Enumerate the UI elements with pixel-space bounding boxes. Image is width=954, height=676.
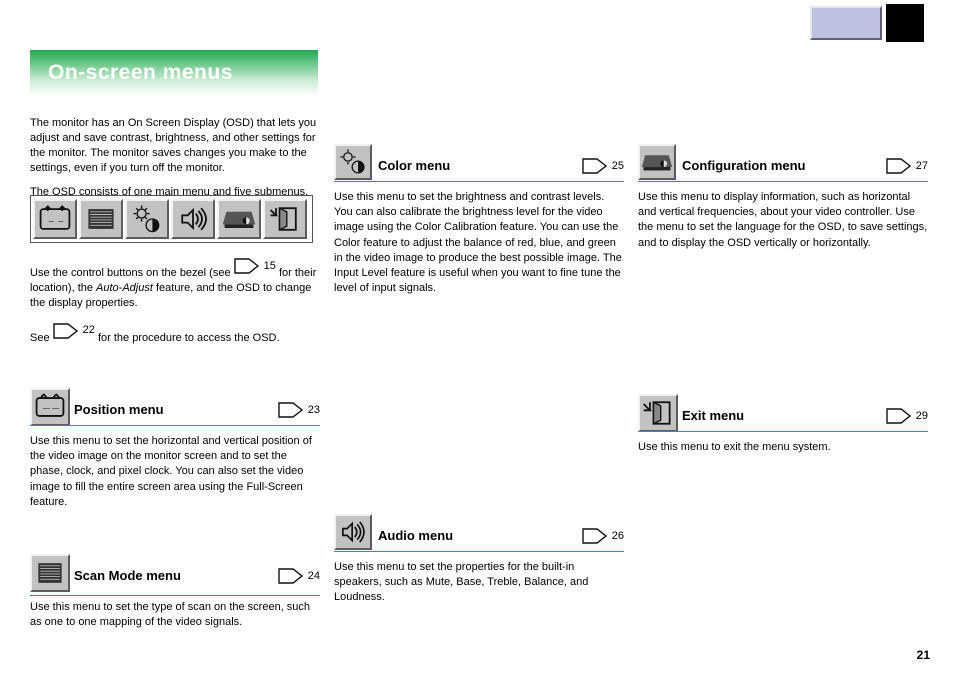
page-title: On-screen menus (30, 50, 318, 96)
underline (30, 595, 320, 596)
underline (334, 551, 624, 552)
header-blank-button (810, 6, 882, 40)
ref-text: 26 (612, 530, 624, 542)
after-ref22: 22 (83, 323, 95, 338)
menu-label: Audio menu (378, 528, 453, 543)
exit-icon (638, 394, 678, 432)
speaker-icon (171, 199, 215, 239)
menu-desc: Use this menu to set the brightness and … (334, 190, 624, 296)
color-brightness-icon (125, 199, 169, 239)
ref-text: 29 (916, 410, 928, 422)
page-ref-23: 23 (278, 400, 320, 425)
exit-icon (263, 199, 307, 239)
arrow-icon (278, 400, 304, 420)
after-p1: Use the control buttons on the bezel (se… (30, 256, 320, 311)
arrow-icon (886, 156, 912, 176)
page-number: 21 (917, 648, 930, 662)
underline (638, 431, 928, 432)
config-icon (638, 144, 676, 180)
config-icon (217, 199, 261, 239)
menu-desc: Use this menu to display information, su… (638, 190, 928, 251)
color-brightness-icon (334, 144, 372, 180)
arrow-icon (53, 321, 79, 341)
arrow-icon (582, 156, 608, 176)
page-ref-27: 27 (886, 156, 928, 181)
position-icon: — — (30, 388, 70, 426)
page-title-text: On-screen menus (48, 61, 233, 85)
svg-text:— —: — — (43, 405, 60, 413)
ref-text: 27 (916, 160, 928, 172)
menu-label: Color menu (378, 158, 450, 173)
underline (334, 181, 624, 182)
page-ref-22: 22 (53, 321, 95, 341)
after-p1-autoadjust: Auto-Adjust (96, 282, 153, 294)
after-paragraphs: Use the control buttons on the bezel (se… (30, 256, 320, 345)
page-ref-25: 25 (582, 156, 624, 181)
arrow-icon (278, 566, 304, 586)
menu-desc: Use this menu to exit the menu system. (638, 440, 928, 455)
after-p2: See 22 for the procedure to access the O… (30, 321, 320, 346)
svg-text:— —: — — (49, 216, 64, 226)
menu-desc: Use this menu to set the properties for … (334, 560, 624, 606)
arrow-icon (582, 526, 608, 546)
menu-label: Scan Mode menu (74, 568, 181, 583)
ref-text: 25 (612, 160, 624, 172)
intro-p1: The monitor has an On Screen Display (OS… (30, 116, 320, 175)
osd-main-menu-preview: — — (30, 195, 313, 243)
arrow-icon (886, 406, 912, 426)
page-ref-24: 24 (278, 566, 320, 591)
menu-desc: Use this menu to set the horizontal and … (30, 434, 320, 510)
scan-icon (30, 554, 70, 592)
arrow-icon (234, 256, 260, 276)
menu-desc: Use this menu to set the type of scan on… (30, 600, 320, 630)
page-ref-15: 15 (234, 256, 276, 276)
ref-text: 23 (308, 404, 320, 416)
position-icon: — — (33, 199, 77, 239)
ref-text: 24 (308, 570, 320, 582)
menu-label: Position menu (74, 402, 164, 417)
scan-icon (79, 199, 123, 239)
underline (638, 181, 928, 182)
intro-paragraphs: The monitor has an On Screen Display (OS… (30, 116, 320, 200)
page-ref-26: 26 (582, 526, 624, 551)
after-p1a: Use the control buttons on the bezel (se… (30, 267, 234, 279)
menu-label: Exit menu (682, 408, 744, 423)
after-ref15: 15 (264, 259, 276, 274)
speaker-icon (334, 514, 372, 550)
page-ref-29: 29 (886, 406, 928, 431)
underline (30, 425, 320, 426)
menu-label: Configuration menu (682, 158, 806, 173)
section-tag-using: Using (894, 8, 906, 39)
